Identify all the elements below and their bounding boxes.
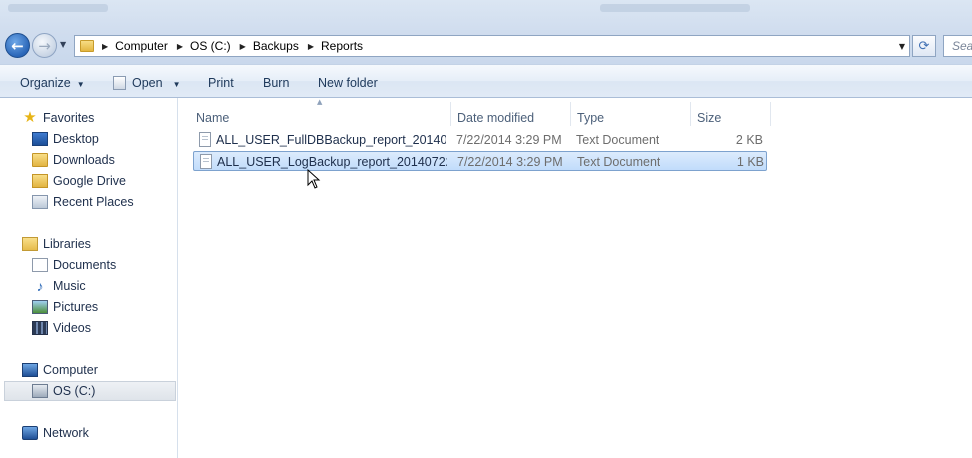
hard-drive-icon	[32, 384, 48, 398]
libraries-icon	[22, 237, 38, 251]
sidebar-network[interactable]: Network	[22, 423, 198, 443]
column-divider[interactable]	[570, 102, 571, 126]
sidebar-item-os-c[interactable]: OS (C:)	[4, 381, 176, 401]
sidebar-item-label: Pictures	[53, 300, 99, 314]
breadcrumb-os-c[interactable]: OS (C:)	[190, 39, 231, 53]
file-row[interactable]: ALL_USER_FullDBBackup_report_2014072... …	[193, 130, 767, 150]
desktop-icon	[32, 132, 48, 146]
file-list-pane: ▲ Name Date modified Type Size ALL_USER_…	[179, 98, 972, 458]
window-chrome: ← → ▼ ▶ Computer ▶ OS (C:) ▶ Backups ▶ R…	[0, 0, 972, 64]
command-toolbar: Organize ▼ Open ▼ Print Burn New folder	[0, 64, 972, 98]
chevron-down-icon: ▼	[172, 80, 181, 89]
sidebar-libraries[interactable]: Libraries	[22, 234, 198, 254]
folder-icon	[80, 40, 94, 52]
downloads-folder-icon	[32, 153, 48, 167]
column-divider[interactable]	[450, 102, 451, 126]
file-row-selected[interactable]: ALL_USER_LogBackup_report_201407221... 7…	[193, 151, 767, 171]
chevron-right-icon[interactable]: ▶	[177, 42, 183, 51]
file-date-modified: 7/22/2014 3:29 PM	[457, 155, 563, 169]
sidebar-computer-label: Computer	[43, 363, 98, 377]
pictures-icon	[32, 300, 48, 314]
mouse-cursor-icon	[307, 169, 321, 189]
sidebar-item-label: Desktop	[53, 132, 99, 146]
network-icon	[22, 426, 38, 440]
text-document-icon	[199, 132, 211, 147]
chevron-down-icon: ▼	[76, 80, 85, 89]
documents-icon	[32, 258, 48, 272]
column-divider[interactable]	[770, 102, 771, 126]
sidebar-favorites-label: Favorites	[43, 111, 95, 125]
videos-icon	[32, 321, 48, 335]
breadcrumb-reports[interactable]: Reports	[321, 39, 363, 53]
breadcrumb-backups[interactable]: Backups	[253, 39, 299, 53]
refresh-icon: ⟳	[918, 38, 930, 54]
open-icon	[113, 76, 126, 90]
print-button[interactable]: Print	[208, 76, 234, 90]
ghost-search	[600, 4, 750, 12]
music-note-icon: ♪	[36, 278, 44, 294]
google-drive-folder-icon	[32, 174, 48, 188]
recent-pages-dropdown[interactable]: ▼	[60, 40, 70, 50]
back-button[interactable]: ←	[5, 33, 30, 58]
sidebar-item-label: OS (C:)	[53, 384, 96, 398]
address-bar[interactable]: ▶ Computer ▶ OS (C:) ▶ Backups ▶ Reports…	[74, 35, 910, 57]
sort-ascending-icon: ▲	[317, 98, 323, 106]
open-button[interactable]: Open ▼	[113, 76, 181, 90]
sidebar-item-label: Google Drive	[53, 174, 126, 188]
navigation-pane: ★ Favorites Desktop Downloads Google Dri…	[0, 98, 178, 458]
file-name: ALL_USER_FullDBBackup_report_2014072...	[216, 133, 446, 147]
file-date-modified: 7/22/2014 3:29 PM	[456, 133, 562, 147]
column-header-date-modified[interactable]: Date modified	[457, 111, 534, 125]
sidebar-item-label: Recent Places	[53, 195, 134, 209]
computer-icon	[22, 363, 38, 377]
forward-arrow-icon: →	[38, 36, 51, 55]
chevron-right-icon[interactable]: ▶	[102, 42, 108, 51]
file-type: Text Document	[576, 133, 660, 147]
column-divider[interactable]	[690, 102, 691, 126]
open-label: Open	[132, 76, 163, 90]
file-type: Text Document	[577, 155, 661, 169]
star-icon: ★	[23, 109, 37, 126]
file-name: ALL_USER_LogBackup_report_201407221...	[217, 155, 447, 169]
sidebar-item-label: Videos	[53, 321, 91, 335]
column-header-type[interactable]: Type	[577, 111, 604, 125]
column-header-name[interactable]: Name	[196, 111, 229, 125]
chevron-right-icon[interactable]: ▶	[308, 42, 314, 51]
refresh-button[interactable]: ⟳	[912, 35, 936, 57]
sidebar-item-label: Music	[53, 279, 86, 293]
recent-places-icon	[32, 195, 48, 209]
background-window-ghost	[0, 0, 972, 30]
file-size: 2 KB	[735, 133, 763, 147]
sidebar-computer[interactable]: Computer	[22, 360, 198, 380]
column-header-size[interactable]: Size	[697, 111, 721, 125]
ghost-title	[8, 4, 108, 12]
breadcrumb-computer[interactable]: Computer	[115, 39, 168, 53]
sidebar-item-label: Documents	[53, 258, 117, 272]
address-dropdown-icon[interactable]: ▼	[899, 42, 905, 51]
back-arrow-icon: ←	[11, 36, 24, 55]
sidebar-network-label: Network	[43, 426, 89, 440]
sidebar-libraries-label: Libraries	[43, 237, 91, 251]
forward-button[interactable]: →	[32, 33, 57, 58]
text-document-icon	[200, 154, 212, 169]
sidebar-item-label: Downloads	[53, 153, 115, 167]
chevron-right-icon[interactable]: ▶	[240, 42, 246, 51]
file-size: 1 KB	[736, 155, 764, 169]
sidebar-favorites[interactable]: ★ Favorites	[22, 108, 198, 128]
new-folder-button[interactable]: New folder	[318, 76, 378, 90]
organize-label: Organize	[20, 76, 71, 90]
search-input[interactable]: Sear	[943, 35, 972, 57]
organize-button[interactable]: Organize ▼	[20, 76, 85, 90]
burn-button[interactable]: Burn	[263, 76, 289, 90]
